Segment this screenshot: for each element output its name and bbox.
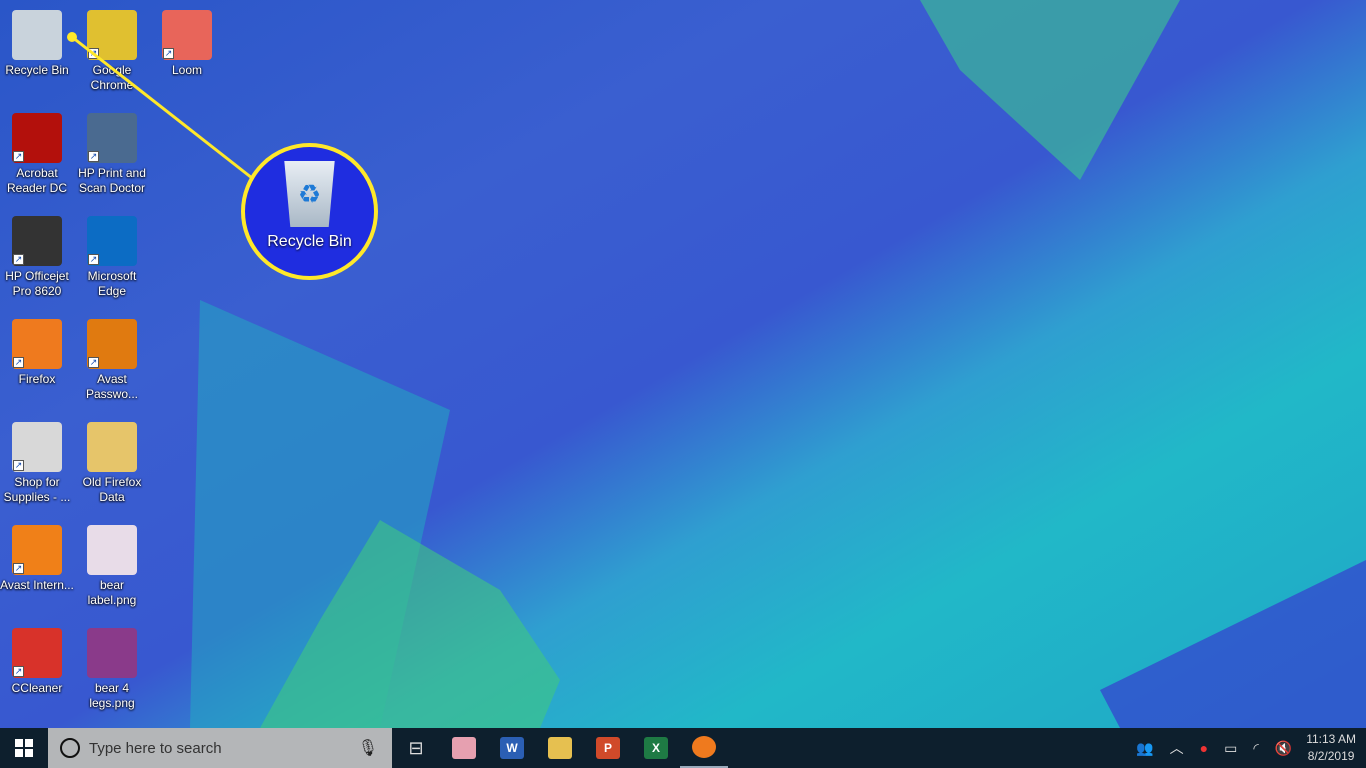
shortcut-arrow-icon: ↗ [13, 357, 24, 368]
icon-label: Firefox [18, 372, 56, 386]
image-file-icon [87, 628, 137, 678]
taskbar-app-firefox[interactable] [680, 728, 728, 768]
icon-label: Avast Intern... [0, 578, 74, 592]
shortcut-arrow-icon: ↗ [13, 666, 24, 677]
desktop-icon[interactable]: ↗ CCleaner [0, 628, 74, 696]
icon-label: bear 4 legs.png [89, 681, 135, 710]
ccleaner-icon: ↗ [12, 628, 62, 678]
folder-icon [548, 737, 572, 759]
desktop: Recycle Bin↗Google Chrome↗Loom↗Acrobat R… [0, 0, 1366, 728]
printer-supplies-icon: ↗ [12, 422, 62, 472]
search-placeholder: Type here to search [89, 739, 222, 757]
recycle-bin-icon: ♻ [284, 161, 335, 227]
system-tray: 👥 ︿ ● ▭ ◜ 🔇 11:13 AM 8/2/2019 [1128, 728, 1366, 768]
icon-label: bear label.png [87, 578, 137, 607]
microphone-icon[interactable]: 🎙 [358, 738, 378, 758]
desktop-icon[interactable]: bear 4 legs.png [75, 628, 149, 711]
taskbar-app-powerpoint[interactable]: P [584, 728, 632, 768]
desktop-icon[interactable]: ↗ Avast Intern... [0, 525, 74, 593]
people-icon[interactable]: 👥 [1136, 740, 1153, 757]
icon-label: Shop for Supplies - ... [3, 475, 71, 504]
battery-icon[interactable]: ▭ [1224, 740, 1237, 757]
avast-passwords-icon: ↗ [87, 319, 137, 369]
cortana-icon [60, 738, 80, 758]
desktop-icon[interactable]: ↗ Avast Passwo... [75, 319, 149, 402]
desktop-icon[interactable]: ↗ Firefox [0, 319, 74, 387]
snipping-tool-icon [452, 737, 476, 759]
clock[interactable]: 11:13 AM 8/2/2019 [1306, 731, 1356, 765]
firefox-icon: ↗ [12, 319, 62, 369]
desktop-icon[interactable]: Old Firefox Data [75, 422, 149, 505]
task-view-icon: ⊟ [408, 737, 424, 758]
firefox-icon [692, 736, 716, 758]
taskbar-app-word[interactable]: W [488, 728, 536, 768]
image-file-icon [87, 525, 137, 575]
search-box[interactable]: Type here to search 🎙 [48, 728, 392, 768]
taskbar-app-snipping-tool[interactable] [440, 728, 488, 768]
word-icon: W [500, 737, 524, 759]
shortcut-arrow-icon: ↗ [88, 357, 99, 368]
icon-label: Avast Passwo... [85, 372, 139, 401]
task-view-button[interactable]: ⊟ [392, 728, 440, 768]
onedrive-error-icon[interactable]: ● [1200, 740, 1208, 756]
shortcut-arrow-icon: ↗ [13, 460, 24, 471]
folder-icon [87, 422, 137, 472]
powerpoint-icon: P [596, 737, 620, 759]
show-hidden-icons-chevron-icon[interactable]: ︿ [1170, 738, 1184, 758]
icon-label: Old Firefox Data [82, 475, 142, 504]
avast-icon: ↗ [12, 525, 62, 575]
wifi-icon[interactable]: ◜ [1253, 740, 1258, 757]
shortcut-arrow-icon: ↗ [13, 563, 24, 574]
excel-icon: X [644, 737, 668, 759]
windows-icon [15, 739, 33, 757]
time: 11:13 AM [1306, 732, 1356, 746]
desktop-icon[interactable]: ↗ Shop for Supplies - ... [0, 422, 74, 505]
date: 8/2/2019 [1307, 749, 1355, 763]
start-button[interactable] [0, 728, 48, 768]
desktop-icon[interactable]: bear label.png [75, 525, 149, 608]
taskbar: Type here to search 🎙 ⊟ W P X 👥 ︿ ● ▭ ◜ 🔇 … [0, 728, 1366, 768]
callout-label: Recycle Bin [267, 233, 352, 250]
volume-muted-icon[interactable]: 🔇 [1275, 740, 1292, 757]
taskbar-app-file-explorer[interactable] [536, 728, 584, 768]
icon-label: CCleaner [11, 681, 63, 695]
recycle-bin-callout: ♻ Recycle Bin [241, 143, 378, 280]
taskbar-app-excel[interactable]: X [632, 728, 680, 768]
